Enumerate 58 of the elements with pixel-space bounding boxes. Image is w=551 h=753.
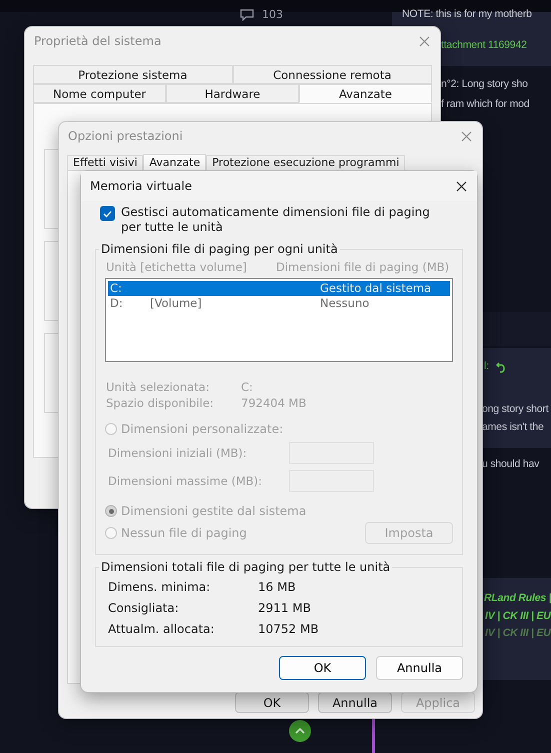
window-title: Memoria virtuale bbox=[90, 179, 192, 193]
post-text: IV | CK III | EU bbox=[485, 627, 551, 639]
tab[interactable]: Effetti visivi bbox=[67, 155, 144, 170]
total-value: 2911 MB bbox=[258, 601, 312, 615]
group-legend: Dimensioni totali file di paging per tutte le unità bbox=[99, 560, 392, 574]
field-label: Dimensioni massime (MB): bbox=[108, 474, 262, 488]
comment-icon bbox=[240, 8, 254, 20]
tab[interactable]: Avanzate bbox=[143, 154, 206, 170]
dialog-button[interactable]: OK bbox=[235, 692, 309, 713]
info-label: Unità selezionata: bbox=[106, 380, 210, 394]
dialog-button[interactable]: OK bbox=[279, 656, 366, 680]
post-link[interactable]: ttachment 1169942 bbox=[441, 39, 527, 51]
post-text: NOTE: this is for my motherb bbox=[402, 8, 532, 20]
undo-icon[interactable] bbox=[496, 361, 507, 373]
tab[interactable]: Nome computer bbox=[33, 84, 166, 103]
column-header: Unità [etichetta volume] bbox=[106, 260, 248, 274]
drive-letter: C: bbox=[110, 281, 123, 296]
info-label: Spazio disponibile: bbox=[106, 396, 215, 410]
close-icon[interactable] bbox=[456, 180, 467, 192]
dialog-button[interactable]: Annulla bbox=[318, 692, 392, 713]
check-icon bbox=[103, 210, 112, 218]
group-legend: Dimensioni file di paging per ogni unità bbox=[99, 242, 340, 256]
post-text: ames isn't the bbox=[482, 421, 544, 433]
total-label: Dimens. minima: bbox=[108, 580, 212, 594]
radio-label: Dimensioni gestite dal sistema bbox=[121, 504, 306, 518]
post-link[interactable]: RLand Rules | bbox=[484, 592, 551, 604]
reply-count: 103 bbox=[262, 8, 283, 21]
tab[interactable]: Protezione sistema bbox=[33, 65, 232, 84]
post-text: f ram which for mod bbox=[441, 98, 530, 110]
post-text: ong story short bbox=[482, 403, 548, 415]
total-label: Consigliata: bbox=[108, 601, 180, 615]
dialog-button[interactable]: Annulla bbox=[376, 656, 463, 680]
checkbox[interactable] bbox=[100, 206, 115, 221]
field-label: Dimensioni iniziali (MB): bbox=[108, 446, 247, 460]
drive-letter: D: bbox=[110, 296, 124, 311]
tab[interactable]: Protezione esecuzione programmi bbox=[206, 155, 406, 170]
post-text: n°2: Long story sho bbox=[441, 78, 528, 90]
paging-size: Nessuno bbox=[320, 296, 370, 311]
volume-label: [Volume] bbox=[150, 296, 203, 311]
checkbox-label: Gestisci automaticamente dimensioni file di paging per tutte le unità bbox=[121, 205, 431, 235]
post-link[interactable]: l: bbox=[484, 360, 489, 372]
paging-size: Gestito dal sistema bbox=[320, 281, 432, 296]
scroll-top-button[interactable] bbox=[289, 720, 311, 742]
radio-label: Nessun file di paging bbox=[121, 526, 247, 540]
tab[interactable]: Avanzate bbox=[299, 84, 432, 103]
window-title: Proprietà del sistema bbox=[34, 34, 162, 48]
info-value: C: bbox=[241, 380, 254, 394]
total-value: 16 MB bbox=[258, 580, 297, 594]
total-label: Attualm. allocata: bbox=[108, 622, 216, 636]
radio-label: Dimensioni personalizzate: bbox=[121, 422, 284, 436]
column-header: Dimensioni file di paging (MB) bbox=[276, 260, 450, 274]
chevron-up-icon bbox=[295, 728, 305, 734]
window-title: Opzioni prestazioni bbox=[68, 129, 183, 143]
info-value: 792404 MB bbox=[241, 396, 308, 410]
tab[interactable]: Hardware bbox=[166, 84, 299, 103]
tab[interactable]: Connessione remota bbox=[232, 65, 432, 84]
post-link[interactable]: IV | CK III | EU bbox=[485, 610, 551, 622]
total-value: 10752 MB bbox=[258, 622, 320, 636]
